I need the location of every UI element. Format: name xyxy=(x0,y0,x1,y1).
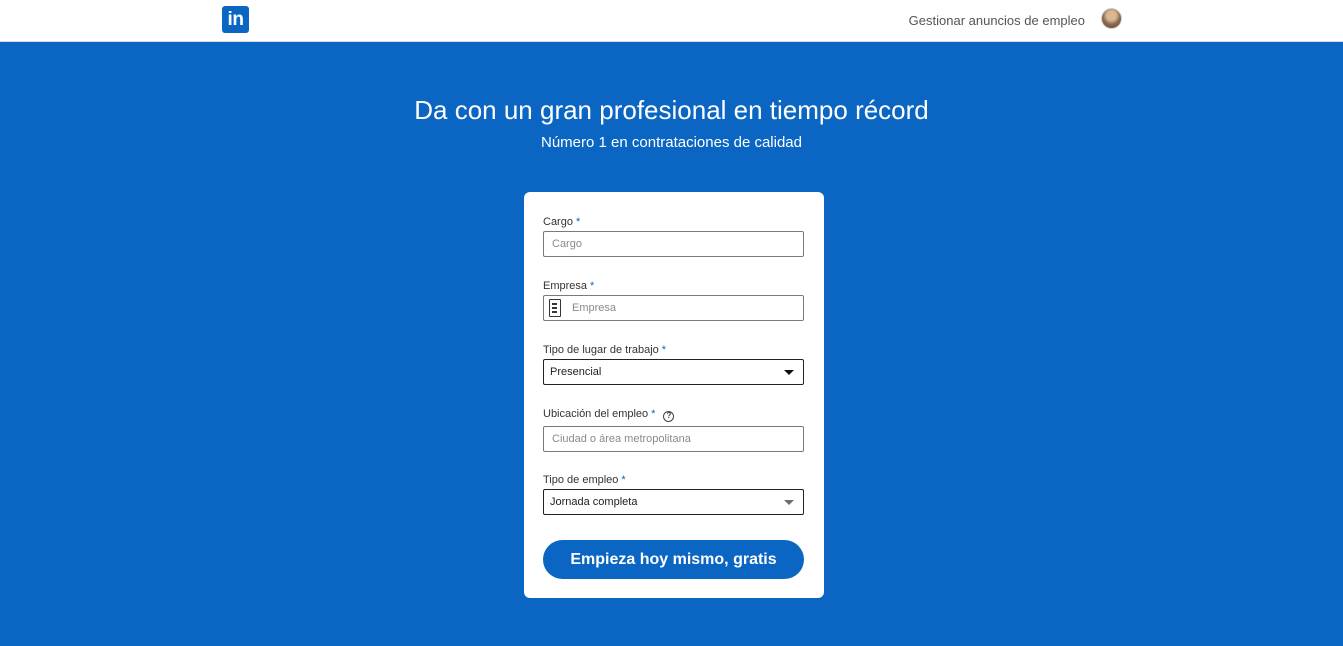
manage-job-posts-link[interactable]: Gestionar anuncios de empleo xyxy=(909,13,1085,28)
chevron-down-icon xyxy=(784,370,794,375)
linkedin-logo[interactable]: in xyxy=(222,6,249,33)
job-post-form-card: Cargo* Empresa* Tipo de lugar de trabajo… xyxy=(524,192,824,598)
job-location-label-text: Ubicación del empleo xyxy=(543,408,649,420)
required-marker: * xyxy=(590,280,595,292)
company-input-box xyxy=(543,295,804,321)
chevron-down-icon xyxy=(784,500,794,505)
workplace-type-label: Tipo de lugar de trabajo * xyxy=(543,342,804,358)
help-circle-icon[interactable]: ? xyxy=(663,411,675,422)
workplace-type-field: Tipo de lugar de trabajo * Presencial xyxy=(543,342,804,385)
building-icon xyxy=(549,299,561,317)
top-navigation-bar: in Gestionar anuncios de empleo xyxy=(0,0,1343,42)
job-location-label: Ubicación del empleo *? xyxy=(543,406,804,422)
job-title-label-text: Cargo xyxy=(543,216,573,228)
employment-type-field: Tipo de empleo * Jornada completa xyxy=(543,472,804,515)
job-location-field: Ubicación del empleo *? xyxy=(543,406,804,452)
start-free-button[interactable]: Empieza hoy mismo, gratis xyxy=(543,540,804,579)
required-marker: * xyxy=(621,474,626,486)
required-marker: * xyxy=(651,408,656,420)
user-avatar[interactable] xyxy=(1101,8,1122,29)
job-title-input-box xyxy=(543,231,804,257)
company-label-text: Empresa xyxy=(543,280,588,292)
required-marker: * xyxy=(661,344,667,356)
job-title-input[interactable] xyxy=(544,232,803,256)
hero-subtitle: Número 1 en contrataciones de calidad xyxy=(541,134,802,151)
job-location-input[interactable] xyxy=(544,427,803,451)
workplace-type-selected-value: Presencial xyxy=(550,366,602,378)
hero-title: Da con un gran profesional en tiempo réc… xyxy=(414,95,929,125)
job-title-label: Cargo * xyxy=(543,214,804,230)
company-field: Empresa * xyxy=(543,278,804,321)
employment-type-label: Tipo de empleo * xyxy=(543,472,804,488)
employment-type-selected-value: Jornada completa xyxy=(550,496,638,508)
job-title-field: Cargo * xyxy=(543,214,804,257)
required-marker: * xyxy=(575,216,581,228)
workplace-type-select[interactable]: Presencial xyxy=(543,359,804,385)
employment-type-select[interactable]: Jornada completa xyxy=(543,489,804,515)
job-location-input-box xyxy=(543,426,804,452)
employment-type-label-text: Tipo de empleo xyxy=(543,474,619,486)
workplace-type-label-text: Tipo de lugar de trabajo xyxy=(543,344,659,356)
company-label: Empresa * xyxy=(543,278,804,294)
company-input[interactable] xyxy=(544,296,803,320)
